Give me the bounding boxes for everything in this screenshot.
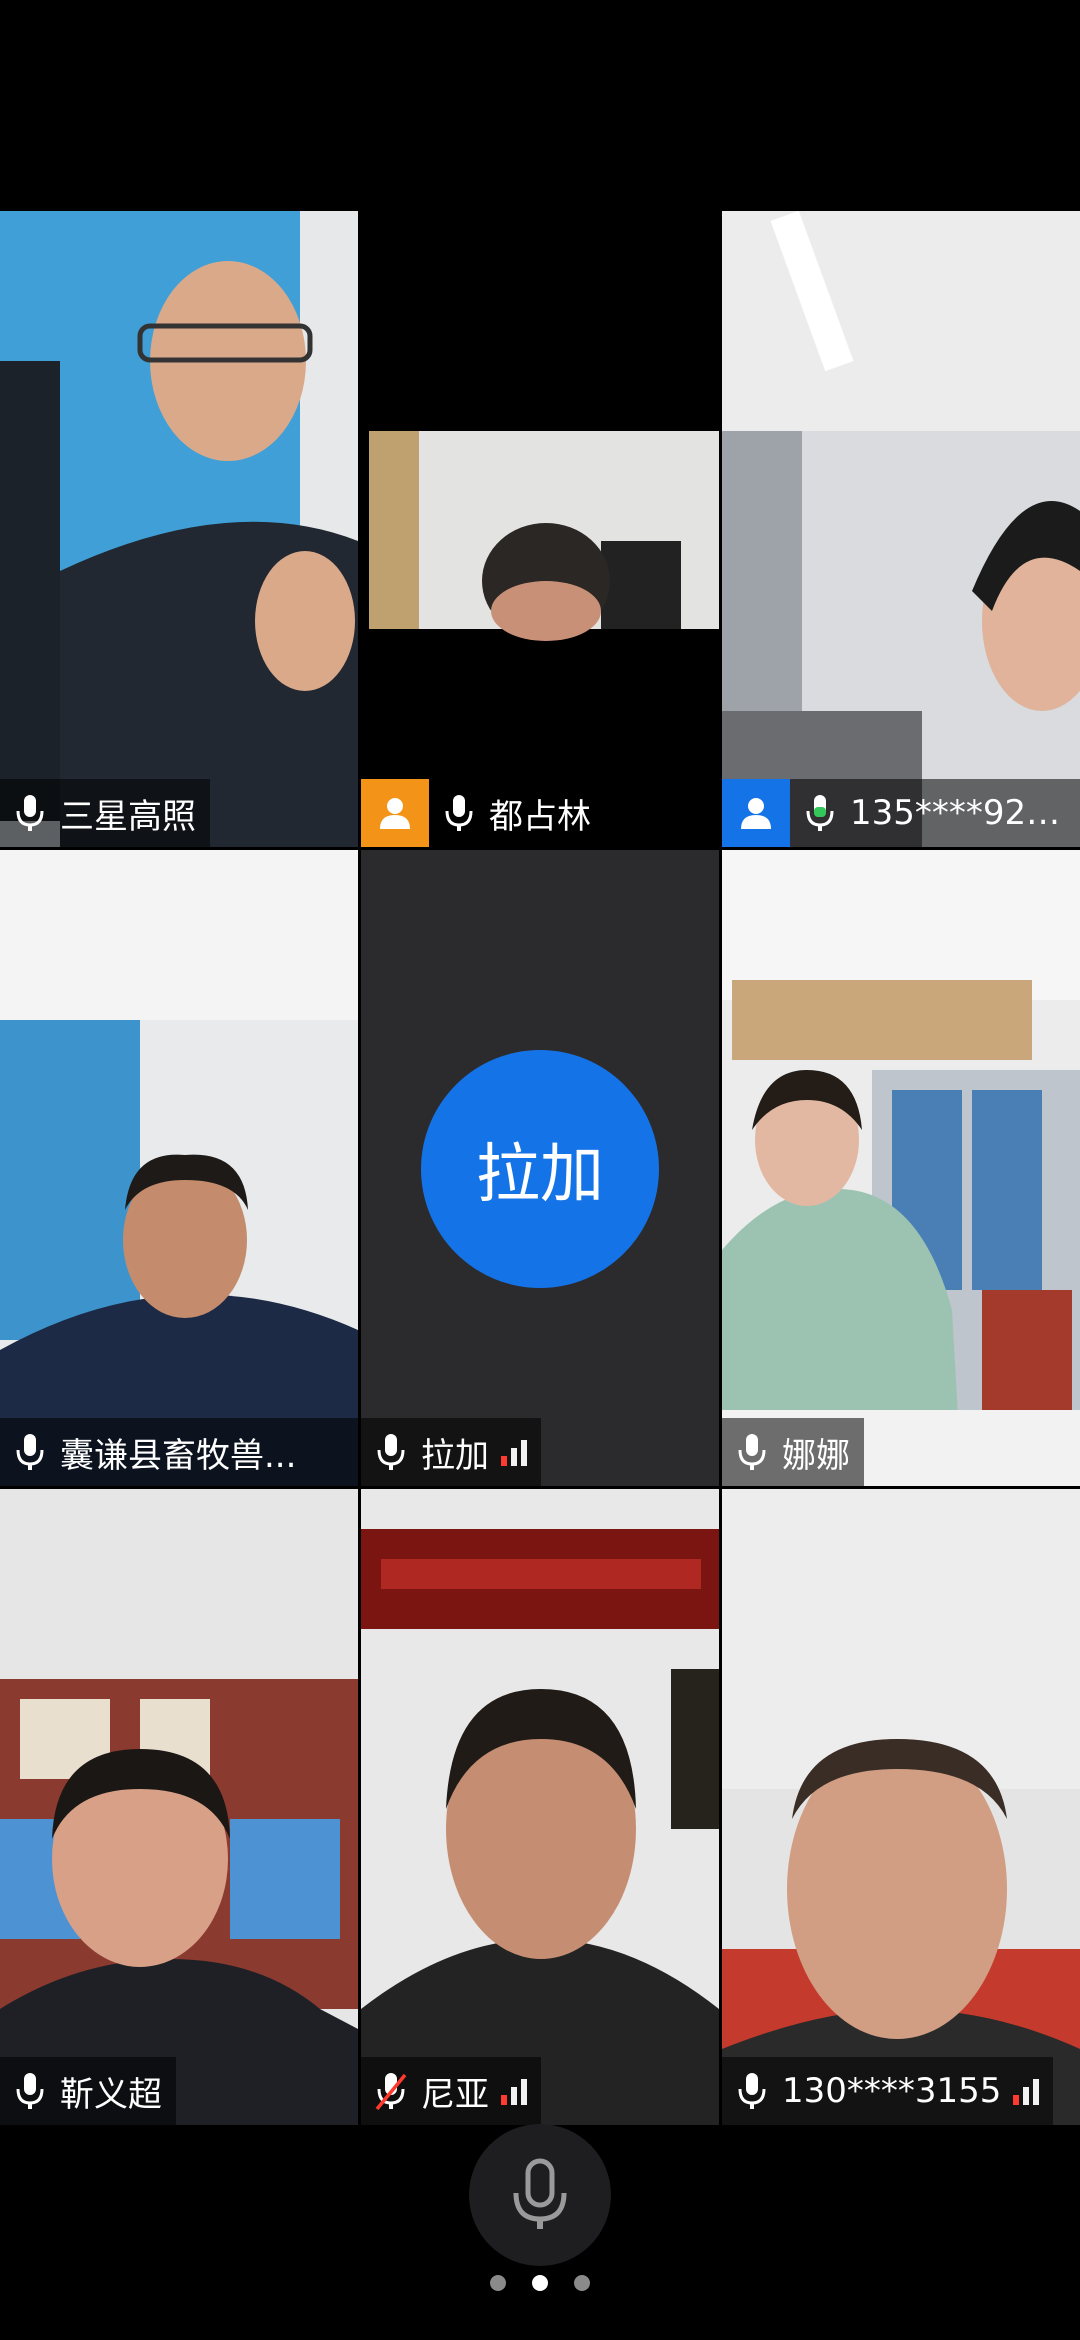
microphone-icon [728, 1418, 776, 1486]
participant-video [0, 850, 358, 1486]
participant-video [722, 211, 1080, 847]
participant-tile[interactable]: 三星高照 [0, 211, 358, 847]
participant-tile[interactable]: 囊谦县畜牧兽... [0, 850, 358, 1486]
page-dot[interactable] [490, 2275, 506, 2291]
page-dot-active[interactable] [532, 2275, 548, 2291]
participant-name: 都占林 [489, 796, 591, 837]
microphone-icon [513, 2158, 567, 2229]
participant-tile[interactable]: 尼亚 [361, 1489, 719, 2125]
microphone-icon [367, 1418, 415, 1486]
participant-tile[interactable]: 娜娜 [722, 850, 1080, 1486]
participant-name: 靳义超 [60, 2074, 162, 2115]
participant-grid: 三星高照 都占林 135****9218 囊谦县畜牧兽... 拉加 拉加 娜娜 … [0, 211, 1080, 2125]
microphone-icon [6, 2057, 54, 2125]
microphone-icon [728, 2057, 776, 2125]
participant-video [361, 1489, 719, 2125]
participant-tile[interactable]: 靳义超 [0, 1489, 358, 2125]
participant-name-bar: 囊谦县畜牧兽... [0, 1418, 358, 1486]
participant-tile[interactable]: 130****3155 [722, 1489, 1080, 2125]
participant-video [722, 1489, 1080, 2125]
participant-name-bar: 都占林 [361, 779, 719, 847]
participant-name-bar: 135****9218 [722, 779, 1080, 847]
participant-name: 尼亚 [421, 2074, 489, 2115]
microphone-icon [6, 1418, 54, 1486]
participant-tile[interactable]: 都占林 [361, 211, 719, 847]
participant-name-bar: 拉加 [361, 1418, 541, 1486]
participant-video [0, 1489, 358, 2125]
microphone-icon [6, 779, 54, 847]
participant-name-bar: 靳义超 [0, 2057, 176, 2125]
person-icon [361, 779, 429, 847]
participant-name: 三星高照 [60, 796, 196, 837]
participant-video [0, 211, 358, 847]
participant-name: 娜娜 [782, 1435, 850, 1476]
participant-tile[interactable]: 135****9218 [722, 211, 1080, 847]
microphone-muted-icon [367, 2057, 415, 2125]
microphone-icon [435, 779, 483, 847]
page-dot[interactable] [574, 2275, 590, 2291]
page-indicator [0, 2275, 1080, 2291]
network-signal-icon [501, 2077, 527, 2105]
participant-name: 拉加 [421, 1435, 489, 1476]
microphone-active-icon [796, 779, 844, 847]
participant-name-bar: 130****3155 [722, 2057, 1054, 2125]
participant-video [361, 211, 719, 847]
participant-name-bar: 三星高照 [0, 779, 210, 847]
participant-tile[interactable]: 拉加 拉加 [361, 850, 719, 1486]
mute-toggle-button[interactable] [469, 2124, 611, 2266]
participant-name-bar: 尼亚 [361, 2057, 541, 2125]
network-signal-icon [501, 1438, 527, 1466]
participant-avatar: 拉加 [421, 1050, 659, 1288]
participant-name: 130****3155 [782, 2071, 1002, 2111]
person-icon [722, 779, 790, 847]
participant-name: 135****9218 [850, 793, 1066, 833]
participant-name: 囊谦县畜牧兽... [60, 1435, 297, 1476]
participant-name-bar: 娜娜 [722, 1418, 864, 1486]
participant-video [722, 850, 1080, 1486]
network-signal-icon [1013, 2077, 1040, 2105]
